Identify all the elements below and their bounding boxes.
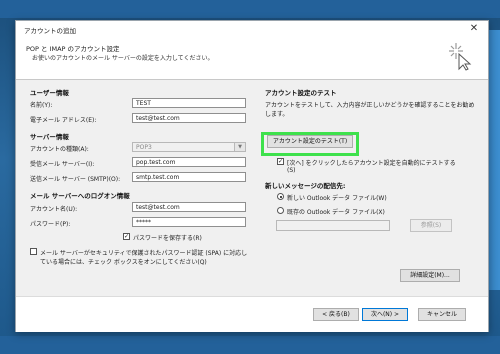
sparkle-cursor-icon (449, 43, 472, 71)
browse-button: 参照(S) (410, 219, 452, 232)
remember-password-label: パスワードを保存する(R) (133, 235, 202, 242)
auto-test-checkbox[interactable]: ✓ (277, 158, 284, 165)
email-input[interactable]: test@test.com (132, 113, 246, 123)
remember-password-checkbox[interactable]: ✓ (123, 233, 130, 240)
name-label: 名前(Y): (30, 102, 53, 109)
test-button-highlight (261, 132, 359, 156)
header-title: POP と IMAP のアカウント設定 (26, 45, 120, 53)
auto-test-label-line2: (S) (287, 167, 296, 174)
account-type-select: POP3 ▼ (132, 142, 246, 152)
existing-data-file-radio[interactable] (277, 207, 284, 214)
existing-data-file-label: 既存の Outlook データ ファイル(X) (287, 209, 385, 216)
new-data-file-radio[interactable] (277, 193, 284, 200)
spa-checkbox[interactable] (30, 248, 37, 255)
auto-test-label-line1: [次へ] をクリックしたらアカウント設定を自動的にテストする (287, 160, 456, 167)
email-label: 電子メール アドレス(E): (30, 117, 97, 124)
delivery-heading: 新しいメッセージの配信先: (265, 182, 346, 190)
test-description-line1: アカウントをテストして、入力内容が正しいかどうかを確認することをお勧め (265, 102, 475, 109)
settings-content: ユーザー情報 名前(Y): TEST 電子メール アドレス(E): test@t… (16, 80, 488, 296)
title-bar: アカウントの追加 ✕ (16, 21, 488, 37)
outgoing-server-input[interactable]: smtp.test.com (132, 172, 246, 182)
cancel-button[interactable]: キャンセル (418, 308, 466, 321)
close-icon[interactable]: ✕ (468, 23, 480, 35)
test-description-line2: します。 (265, 111, 289, 118)
more-settings-button[interactable]: 詳細設定(M)... (400, 269, 460, 282)
dialog-footer: < 戻る(B) 次へ(N) > キャンセル (16, 296, 488, 332)
server-info-heading: サーバー情報 (30, 133, 69, 141)
new-data-file-label: 新しい Outlook データ ファイル(W) (287, 195, 387, 202)
checkmark-icon: ✓ (278, 158, 284, 165)
account-name-input[interactable]: test@test.com (132, 202, 246, 212)
outgoing-server-label: 送信メール サーバー (SMTP)(O): (30, 176, 121, 183)
user-info-heading: ユーザー情報 (30, 89, 69, 97)
spa-label-line2: ている場合には、チェック ボックスをオンにしてください(Q) (40, 259, 207, 266)
name-input[interactable]: TEST (132, 98, 246, 108)
header-subtitle: お使いのアカウントのメール サーバーの設定を入力してください。 (32, 55, 214, 62)
account-type-label: アカウントの種類(A): (30, 146, 89, 153)
logon-info-heading: メール サーバーへのログオン情報 (30, 192, 130, 200)
spa-label-line1: メール サーバーがセキュリティで保護されたパスワード認証 (SPA) に対応し (40, 250, 248, 257)
next-button[interactable]: 次へ(N) > (362, 308, 408, 321)
dialog-title: アカウントの追加 (24, 27, 76, 35)
password-input[interactable]: ***** (132, 217, 246, 227)
password-label: パスワード(P): (30, 221, 71, 228)
dialog-header: POP と IMAP のアカウント設定 お使いのアカウントのメール サーバーの設… (16, 37, 488, 77)
account-name-label: アカウント名(U): (30, 206, 78, 213)
back-button[interactable]: < 戻る(B) (313, 308, 359, 321)
account-settings-dialog: アカウントの追加 ✕ POP と IMAP のアカウント設定 お使いのアカウント… (15, 20, 489, 332)
account-type-value: POP3 (136, 144, 152, 151)
chevron-down-icon: ▼ (234, 143, 245, 151)
checkmark-icon: ✓ (124, 233, 130, 240)
incoming-server-input[interactable]: pop.test.com (132, 157, 246, 167)
incoming-server-label: 受信メール サーバー(I): (30, 161, 95, 168)
desktop-top-strip (0, 0, 500, 18)
test-settings-heading: アカウント設定のテスト (265, 89, 337, 97)
existing-file-path-input (276, 220, 390, 231)
desktop-bottom-strip (0, 336, 500, 354)
